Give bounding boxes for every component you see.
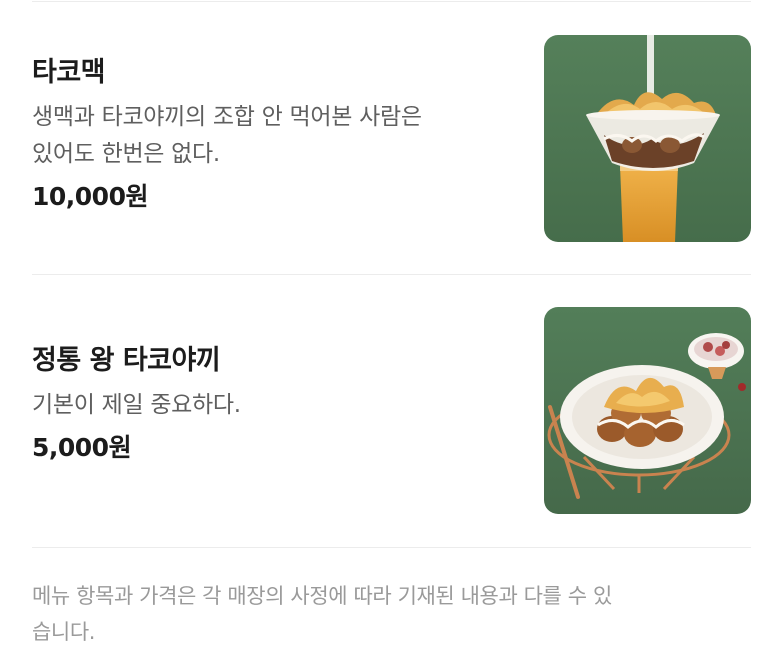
menu-item-name: 정통 왕 타코야끼 xyxy=(32,345,221,376)
menu-item-name: 타코맥 xyxy=(32,57,106,88)
menu-item-description: 생맥과 타코야끼의 조합 안 먹어본 사람은 있어도 한번은 없다. xyxy=(32,99,512,173)
notice-line: 메뉴 항목과 가격은 각 매장의 사정에 따라 기재된 내용과 다를 수 있 xyxy=(32,584,612,608)
menu-item-price: 5,000원 xyxy=(32,433,132,462)
takoyaki-plate-illustration xyxy=(544,307,751,514)
takoyaki-plate-photo xyxy=(544,307,751,514)
menu-item-takomaek[interactable]: 타코맥 생맥과 타코야끼의 조합 안 먹어본 사람은 있어도 한번은 없다. 1… xyxy=(0,0,773,274)
menu-price-notice: 메뉴 항목과 가격은 각 매장의 사정에 따라 기재된 내용과 다를 수 있 습… xyxy=(32,578,752,650)
description-line: 기본이 제일 중요하다. xyxy=(32,392,241,418)
takoyaki-beer-cup-illustration xyxy=(544,35,751,242)
item-divider xyxy=(32,547,751,548)
notice-line: 습니다. xyxy=(32,620,96,644)
description-line: 생맥과 타코야끼의 조합 안 먹어본 사람은 xyxy=(32,104,422,130)
menu-page: 타코맥 생맥과 타코야끼의 조합 안 먹어본 사람은 있어도 한번은 없다. 1… xyxy=(0,0,773,670)
menu-item-description: 기본이 제일 중요하다. xyxy=(32,387,512,424)
menu-item-jeongtong-wang-takoyaki[interactable]: 정통 왕 타코야끼 기본이 제일 중요하다. 5,000원 xyxy=(0,275,773,547)
takoyaki-beer-cup-photo xyxy=(544,35,751,242)
menu-item-text: 타코맥 생맥과 타코야끼의 조합 안 먹어본 사람은 있어도 한번은 없다. 1… xyxy=(32,55,512,215)
menu-item-text: 정통 왕 타코야끼 기본이 제일 중요하다. 5,000원 xyxy=(32,343,512,466)
description-line: 있어도 한번은 없다. xyxy=(32,141,220,167)
menu-item-price: 10,000원 xyxy=(32,182,148,211)
